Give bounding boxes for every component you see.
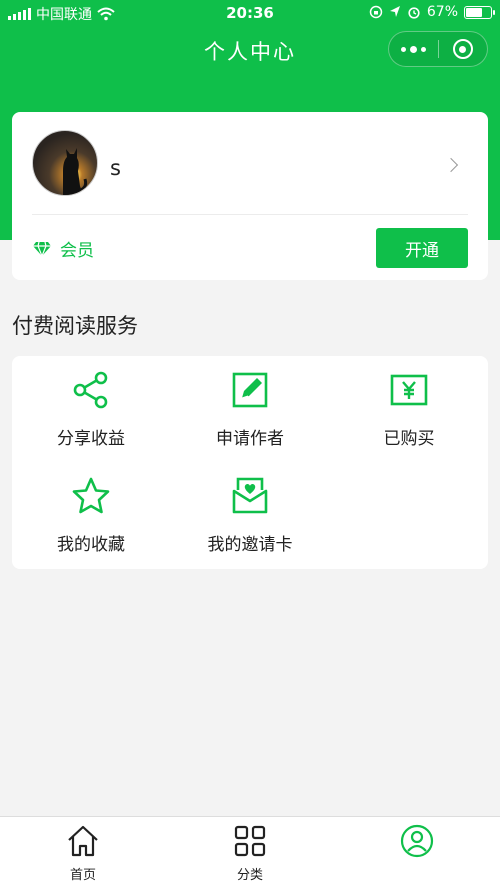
section-title: 付费阅读服务 xyxy=(12,314,138,338)
tab-label: 首页 xyxy=(69,868,96,883)
service-apply-author[interactable]: 申请作者 xyxy=(171,356,329,456)
battery-percent: 67% xyxy=(426,4,458,20)
battery-icon xyxy=(464,5,495,19)
mini-program-capsule xyxy=(388,31,488,67)
service-label: 已购买 xyxy=(383,429,435,449)
profile-card[interactable]: s 会员 开通 xyxy=(12,112,488,280)
star-icon xyxy=(72,477,110,514)
alarm-icon xyxy=(408,7,420,19)
share-icon xyxy=(73,371,108,409)
user-icon xyxy=(400,824,434,858)
status-bar: 中国联通 20:36 67% xyxy=(0,0,500,26)
tab-label: 分类 xyxy=(236,868,263,883)
tab-profile[interactable] xyxy=(334,817,500,889)
service-label: 申请作者 xyxy=(216,429,284,449)
more-options-button[interactable] xyxy=(389,32,438,66)
service-share-earnings[interactable]: 分享收益 xyxy=(12,356,170,456)
service-label: 我的邀请卡 xyxy=(207,535,293,555)
location-icon xyxy=(389,6,400,17)
more-dot-icon xyxy=(421,46,426,52)
service-invite-card[interactable]: 我的邀请卡 xyxy=(171,462,329,562)
yen-icon xyxy=(390,374,428,406)
grid-icon xyxy=(234,825,266,857)
chevron-right-icon[interactable] xyxy=(443,157,459,173)
username: s xyxy=(110,156,121,180)
edit-icon xyxy=(232,372,268,408)
more-dot-icon xyxy=(410,45,417,53)
tab-home[interactable]: 首页 xyxy=(0,817,166,889)
service-label: 分享收益 xyxy=(57,429,125,449)
member-badge: 会员 xyxy=(32,236,94,261)
open-membership-button[interactable]: 开通 xyxy=(376,228,468,268)
more-dot-icon xyxy=(401,46,406,52)
service-label: 我的收藏 xyxy=(57,535,125,555)
rotation-lock-icon xyxy=(369,5,383,19)
diamond-icon xyxy=(33,241,51,257)
tab-bar: 首页 分类 xyxy=(0,816,500,889)
tab-category[interactable]: 分类 xyxy=(167,817,333,889)
cat-silhouette-icon xyxy=(63,148,88,195)
avatar[interactable] xyxy=(32,130,98,196)
invite-card-icon xyxy=(232,477,268,514)
close-mini-program-button[interactable] xyxy=(439,32,487,66)
home-icon xyxy=(68,825,98,857)
service-favorites[interactable]: 我的收藏 xyxy=(12,462,170,562)
services-grid: 分享收益 申请作者 已购买 我的收藏 我的邀请卡 xyxy=(12,356,488,569)
divider xyxy=(32,214,468,215)
service-purchased[interactable]: 已购买 xyxy=(330,356,488,456)
status-right: 67% xyxy=(369,4,495,20)
member-label: 会员 xyxy=(60,241,94,261)
target-icon xyxy=(452,39,473,59)
